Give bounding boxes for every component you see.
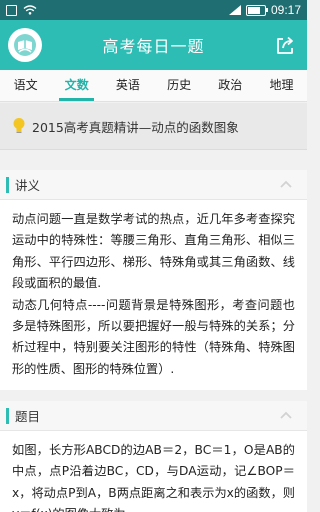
problem-body: 如图，长方形ABCD的边AB＝2，BC＝1，O是AB的中点，点P沿着边BC，CD…: [0, 431, 307, 512]
topic-title-card: 2015高考真题精讲—动点的函数图象: [0, 103, 307, 150]
problem-text: 如图，长方形ABCD的边AB＝2，BC＝1，O是AB的中点，点P沿着边BC，CD…: [12, 443, 295, 512]
notes-section-header[interactable]: 讲义: [0, 170, 307, 200]
notification-icon: [6, 4, 17, 16]
status-bar: 09:17: [0, 0, 307, 20]
app-title: 高考每日一题: [102, 37, 205, 56]
notes-body: 动点问题一直是数学考试的热点，近几年多考查探究运动中的特殊性：等腰三角形、直角三…: [0, 200, 307, 390]
problem-section-header[interactable]: 题目: [0, 401, 307, 431]
status-left: [6, 4, 37, 16]
chevron-up-icon[interactable]: [279, 410, 293, 420]
tab-history[interactable]: 历史: [154, 70, 205, 101]
tab-chinese[interactable]: 语文: [0, 70, 51, 101]
section-accent-bar: [6, 407, 9, 424]
subject-tabs: 语文 文数 英语 历史 政治 地理: [0, 70, 307, 102]
share-button[interactable]: [273, 33, 297, 57]
section-accent-bar: [6, 176, 9, 193]
tab-math[interactable]: 文数: [51, 70, 102, 101]
topic-title: 2015高考真题精讲—动点的函数图象: [32, 119, 239, 135]
app-logo[interactable]: [8, 28, 42, 62]
tab-english[interactable]: 英语: [102, 70, 153, 101]
chevron-up-icon[interactable]: [279, 179, 293, 189]
lightbulb-icon: [13, 118, 25, 133]
notes-paragraph: 动点问题一直是数学考试的热点，近几年多考查探究运动中的特殊性：等腰三角形、直角三…: [12, 212, 295, 291]
wifi-icon: [23, 5, 37, 15]
status-time: 09:17: [270, 3, 301, 17]
problem-heading: 题目: [15, 409, 41, 424]
tab-politics[interactable]: 政治: [205, 70, 256, 101]
notes-heading: 讲义: [15, 178, 41, 193]
signal-icon: [228, 5, 241, 15]
share-icon: [277, 36, 293, 54]
app-bar: 高考每日一题: [0, 20, 307, 70]
book-logo-icon: [14, 34, 36, 56]
status-right: 09:17: [228, 3, 301, 17]
notes-paragraph: 动态几何特点----问题背景是特殊图形，考查问题也多是特殊图形，所以要把握好一般…: [12, 297, 295, 376]
tab-geography[interactable]: 地理: [256, 70, 307, 101]
battery-icon: [245, 4, 268, 16]
